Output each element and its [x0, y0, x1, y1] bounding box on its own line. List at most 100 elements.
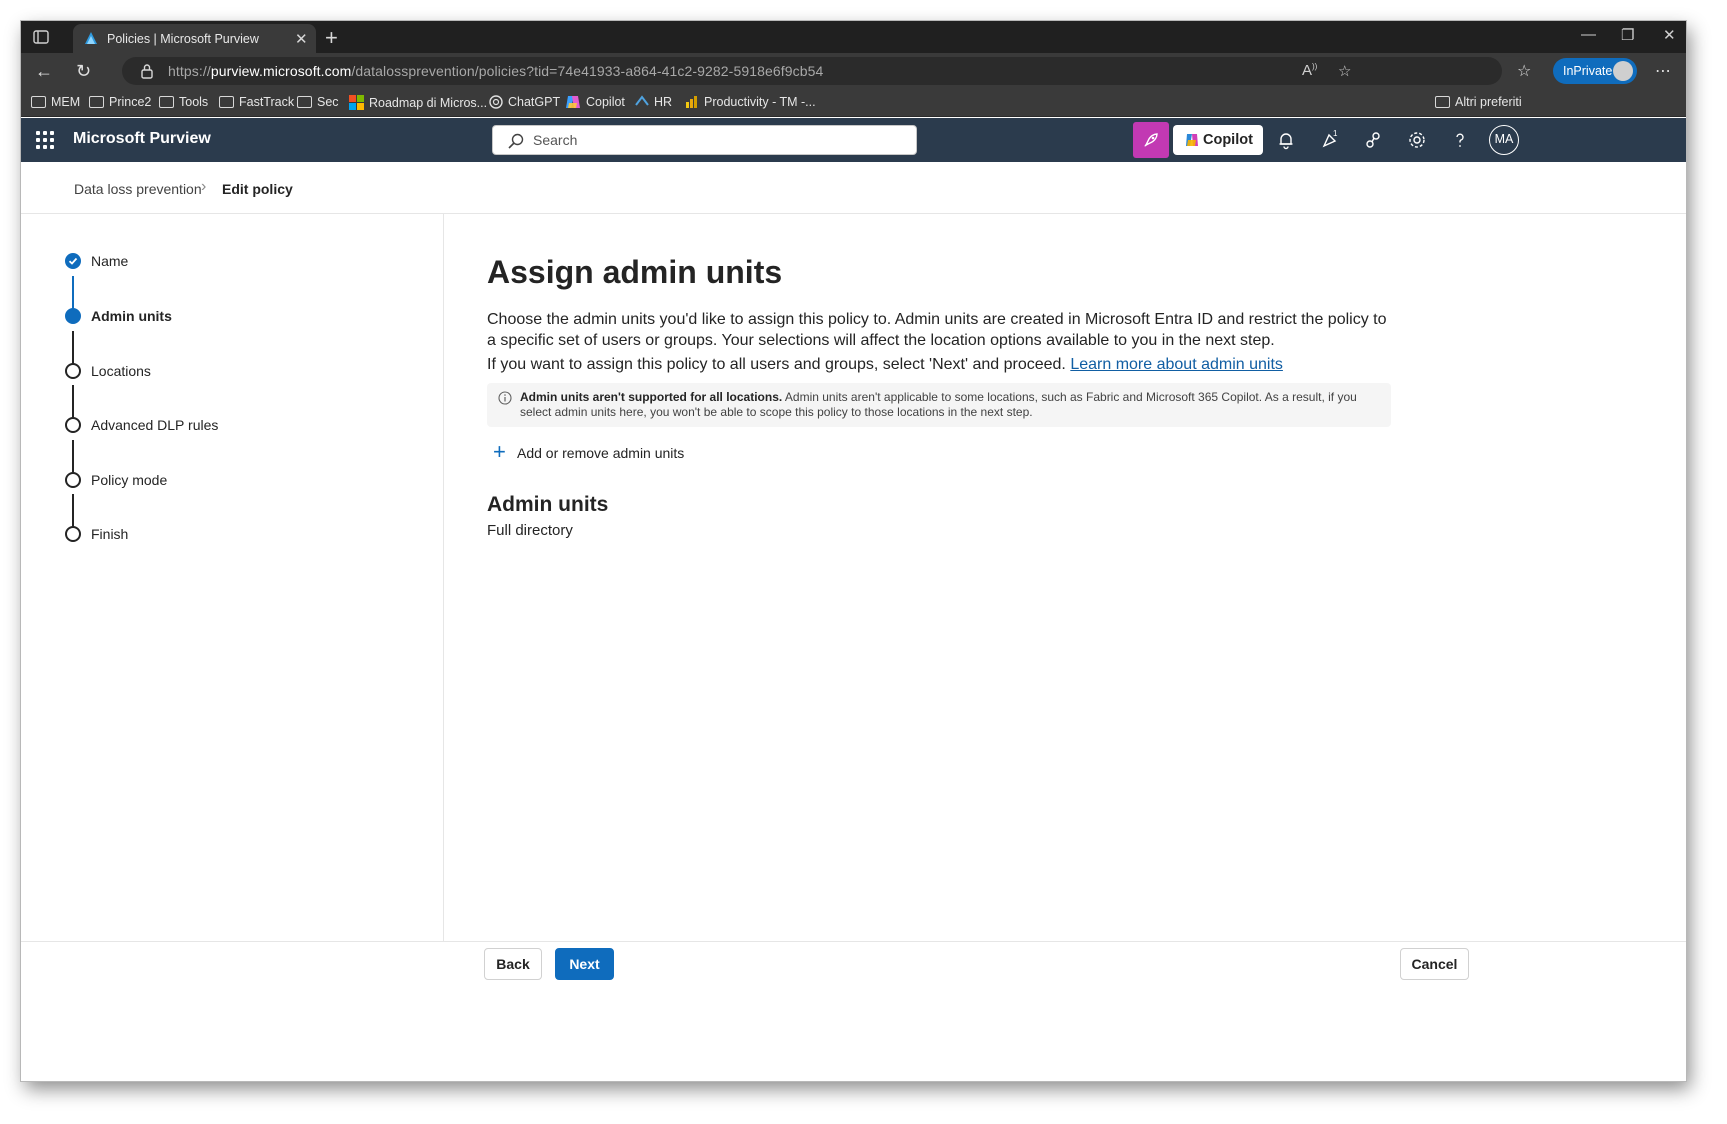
bookmark-roadmap[interactable]: Roadmap di Micros... — [349, 95, 487, 110]
folder-icon — [159, 96, 174, 108]
search-box[interactable] — [492, 125, 917, 155]
whats-new-icon[interactable]: 1 — [1319, 129, 1341, 151]
bookmark-fasttrack[interactable]: FastTrack — [219, 95, 294, 109]
favorites-icon[interactable]: ☆ — [1517, 61, 1531, 81]
notice-text: Admin units aren't supported for all loc… — [520, 390, 1357, 419]
rocket-icon — [1144, 133, 1158, 147]
step-label: Name — [91, 253, 129, 269]
step-connector — [72, 276, 74, 310]
breadcrumb: Data loss prevention › Edit policy — [21, 162, 1686, 214]
add-button-label: Add or remove admin units — [517, 445, 685, 461]
chevron-right-icon: › — [201, 178, 207, 195]
bookmark-copilot[interactable]: Copilot — [565, 95, 625, 109]
close-window-icon[interactable]: ✕ — [1663, 26, 1676, 44]
step-label: Policy mode — [91, 472, 168, 488]
chatgpt-logo-icon — [489, 95, 503, 109]
search-icon — [508, 133, 524, 149]
read-aloud-icon[interactable]: A)) — [1302, 62, 1317, 79]
next-button[interactable]: Next — [555, 948, 614, 980]
rocket-button[interactable] — [1133, 122, 1169, 158]
step-connector — [72, 494, 74, 529]
step-label: Admin units — [91, 308, 172, 324]
bookmark-other-favorites[interactable]: Altri preferiti — [1435, 95, 1522, 109]
bookmark-prince2[interactable]: Prince2 — [89, 95, 151, 109]
purview-favicon-icon — [85, 32, 97, 44]
notice-bold-text: Admin units aren't supported for all loc… — [520, 390, 783, 404]
microsoft-logo-icon — [349, 95, 364, 110]
favorite-star-icon[interactable]: ☆ — [1338, 62, 1351, 80]
breadcrumb-dlp[interactable]: Data loss prevention — [74, 181, 202, 197]
page-title: Assign admin units — [487, 254, 783, 290]
back-button[interactable]: Back — [484, 948, 542, 980]
step-label: Locations — [91, 363, 151, 379]
page-description-2: If you want to assign this policy to all… — [487, 356, 1283, 373]
bookmark-tools[interactable]: Tools — [159, 95, 208, 109]
plus-icon: + — [493, 439, 506, 464]
step-connector — [72, 331, 74, 365]
minimize-icon[interactable]: — — [1581, 26, 1596, 43]
copilot-button[interactable]: Copilot — [1173, 125, 1263, 155]
profile-avatar-icon — [1613, 61, 1633, 81]
folder-icon — [1435, 96, 1450, 108]
restore-icon[interactable]: ❐ — [1621, 26, 1634, 44]
lock-icon[interactable] — [140, 63, 154, 79]
info-notice: Admin units aren't supported for all loc… — [487, 383, 1391, 427]
step-connector — [72, 385, 74, 420]
folder-icon — [31, 96, 46, 108]
app-title[interactable]: Microsoft Purview — [73, 130, 211, 148]
tab-actions-icon[interactable] — [31, 27, 51, 47]
notifications-bell-icon[interactable] — [1275, 129, 1297, 151]
cancel-button[interactable]: Cancel — [1400, 948, 1469, 980]
url-text[interactable]: https://purview.microsoft.com/datalosspr… — [168, 63, 823, 79]
refresh-icon[interactable]: ↻ — [76, 61, 91, 82]
tab-close-icon[interactable]: ✕ — [295, 30, 308, 48]
step-connector — [72, 440, 74, 474]
current-step-icon — [65, 308, 81, 324]
pending-step-icon — [65, 526, 81, 542]
bookmark-chatgpt[interactable]: ChatGPT — [489, 95, 560, 109]
wizard-footer: Back Next Cancel — [21, 941, 1686, 981]
inprivate-badge[interactable]: InPrivate — [1553, 58, 1637, 84]
browser-tab[interactable]: Policies | Microsoft Purview ✕ — [73, 24, 316, 53]
bookmarks-bar: MEM Prince2 Tools FastTrack Sec Roadmap … — [21, 89, 1686, 117]
browser-window: Policies | Microsoft Purview ✕ + — ❐ ✕ ←… — [21, 21, 1686, 1081]
browser-titlebar: Policies | Microsoft Purview ✕ + — ❐ ✕ — [21, 21, 1686, 53]
copilot-logo-icon — [566, 96, 580, 108]
step-label: Advanced DLP rules — [91, 417, 219, 433]
inprivate-label: InPrivate — [1563, 64, 1613, 78]
pending-step-icon — [65, 472, 81, 488]
folder-icon — [297, 96, 312, 108]
tab-title: Policies | Microsoft Purview — [107, 32, 259, 46]
search-input[interactable] — [533, 132, 893, 148]
folder-icon — [219, 96, 234, 108]
new-tab-icon[interactable]: + — [325, 25, 338, 51]
more-options-icon[interactable]: ⋯ — [1655, 61, 1671, 81]
app-header: Microsoft Purview Copilot 1 MA — [21, 118, 1686, 162]
app-launcher-icon[interactable] — [36, 131, 54, 149]
bookmark-sec[interactable]: Sec — [297, 95, 339, 109]
connections-icon[interactable] — [1363, 129, 1385, 151]
checkmark-icon — [65, 253, 81, 269]
settings-gear-icon[interactable] — [1406, 129, 1428, 151]
admin-units-heading: Admin units — [487, 493, 609, 516]
pending-step-icon — [65, 417, 81, 433]
address-bar[interactable]: https://purview.microsoft.com/datalosspr… — [122, 57, 1502, 85]
powerbi-logo-icon — [686, 96, 697, 108]
help-icon[interactable] — [1449, 129, 1471, 151]
bookmark-hr[interactable]: HR — [635, 95, 672, 109]
pending-step-icon — [65, 363, 81, 379]
admin-units-value: Full directory — [487, 522, 573, 539]
wizard-steps: Name Admin units Locations Advanced DLP … — [21, 214, 444, 941]
user-avatar[interactable]: MA — [1489, 125, 1519, 155]
page-description: Choose the admin units you'd like to ass… — [487, 311, 1387, 349]
bookmark-mem[interactable]: MEM — [31, 95, 80, 109]
address-bar-row: ← ↻ https://purview.microsoft.com/datalo… — [21, 53, 1686, 89]
info-icon — [498, 391, 512, 405]
learn-more-link[interactable]: Learn more about admin units — [1070, 356, 1283, 373]
copilot-label: Copilot — [1203, 132, 1253, 148]
back-arrow-icon[interactable]: ← — [35, 61, 53, 82]
folder-icon — [89, 96, 104, 108]
breadcrumb-edit-policy: Edit policy — [222, 181, 293, 197]
bookmark-productivity[interactable]: Productivity - TM -... — [685, 95, 816, 109]
copilot-icon — [1186, 134, 1198, 146]
